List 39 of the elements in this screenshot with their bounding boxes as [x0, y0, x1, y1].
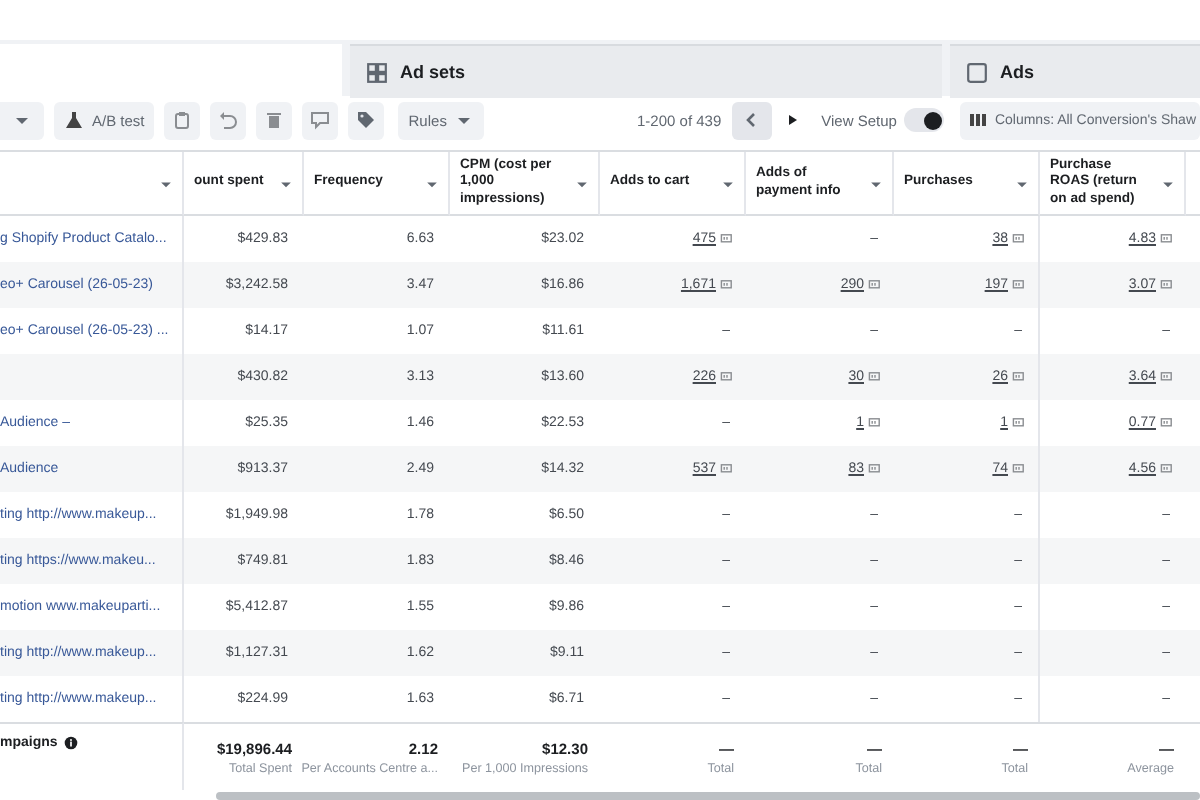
undo-button[interactable]	[210, 101, 247, 139]
info-icon	[63, 736, 78, 750]
attribution-icon	[868, 416, 882, 430]
horizontal-scrollbar[interactable]	[216, 792, 1200, 800]
attribution-icon	[868, 462, 882, 476]
comment-button[interactable]	[302, 101, 339, 139]
attribution-icon	[720, 462, 734, 476]
grid-icon	[366, 61, 388, 83]
attribution-icon	[1012, 370, 1026, 384]
attribution-icon	[1160, 278, 1174, 292]
attribution-icon	[868, 370, 882, 384]
undo-icon	[218, 110, 239, 130]
attribution-icon	[1160, 416, 1174, 430]
attribution-icon	[1160, 462, 1174, 476]
previous-page-button[interactable]	[731, 101, 772, 139]
attribution-icon	[720, 232, 734, 246]
tab[interactable]: Ads	[950, 44, 1200, 98]
flask-icon	[64, 110, 84, 130]
attribution-icon	[720, 278, 734, 292]
trash-icon	[264, 110, 285, 130]
attribution-icon	[1012, 416, 1026, 430]
copy-button[interactable]	[164, 101, 201, 139]
attribution-icon	[720, 370, 734, 384]
attribution-icon	[1160, 232, 1174, 246]
attribution-icon	[1160, 370, 1174, 384]
tag-icon	[356, 110, 377, 130]
attribution-icon	[1012, 232, 1026, 246]
attribution-icon	[868, 278, 882, 292]
comment-icon	[310, 110, 331, 130]
tab[interactable]: Ad sets	[350, 44, 942, 98]
view-setup-toggle[interactable]	[904, 108, 945, 132]
copy-icon	[172, 110, 193, 130]
square-icon	[966, 61, 988, 83]
dropdown-button[interactable]	[0, 101, 44, 139]
columns-icon	[968, 110, 989, 130]
tag-button[interactable]	[348, 101, 385, 139]
attribution-icon	[1012, 278, 1026, 292]
attribution-icon	[1012, 462, 1026, 476]
trash-button[interactable]	[256, 101, 293, 139]
